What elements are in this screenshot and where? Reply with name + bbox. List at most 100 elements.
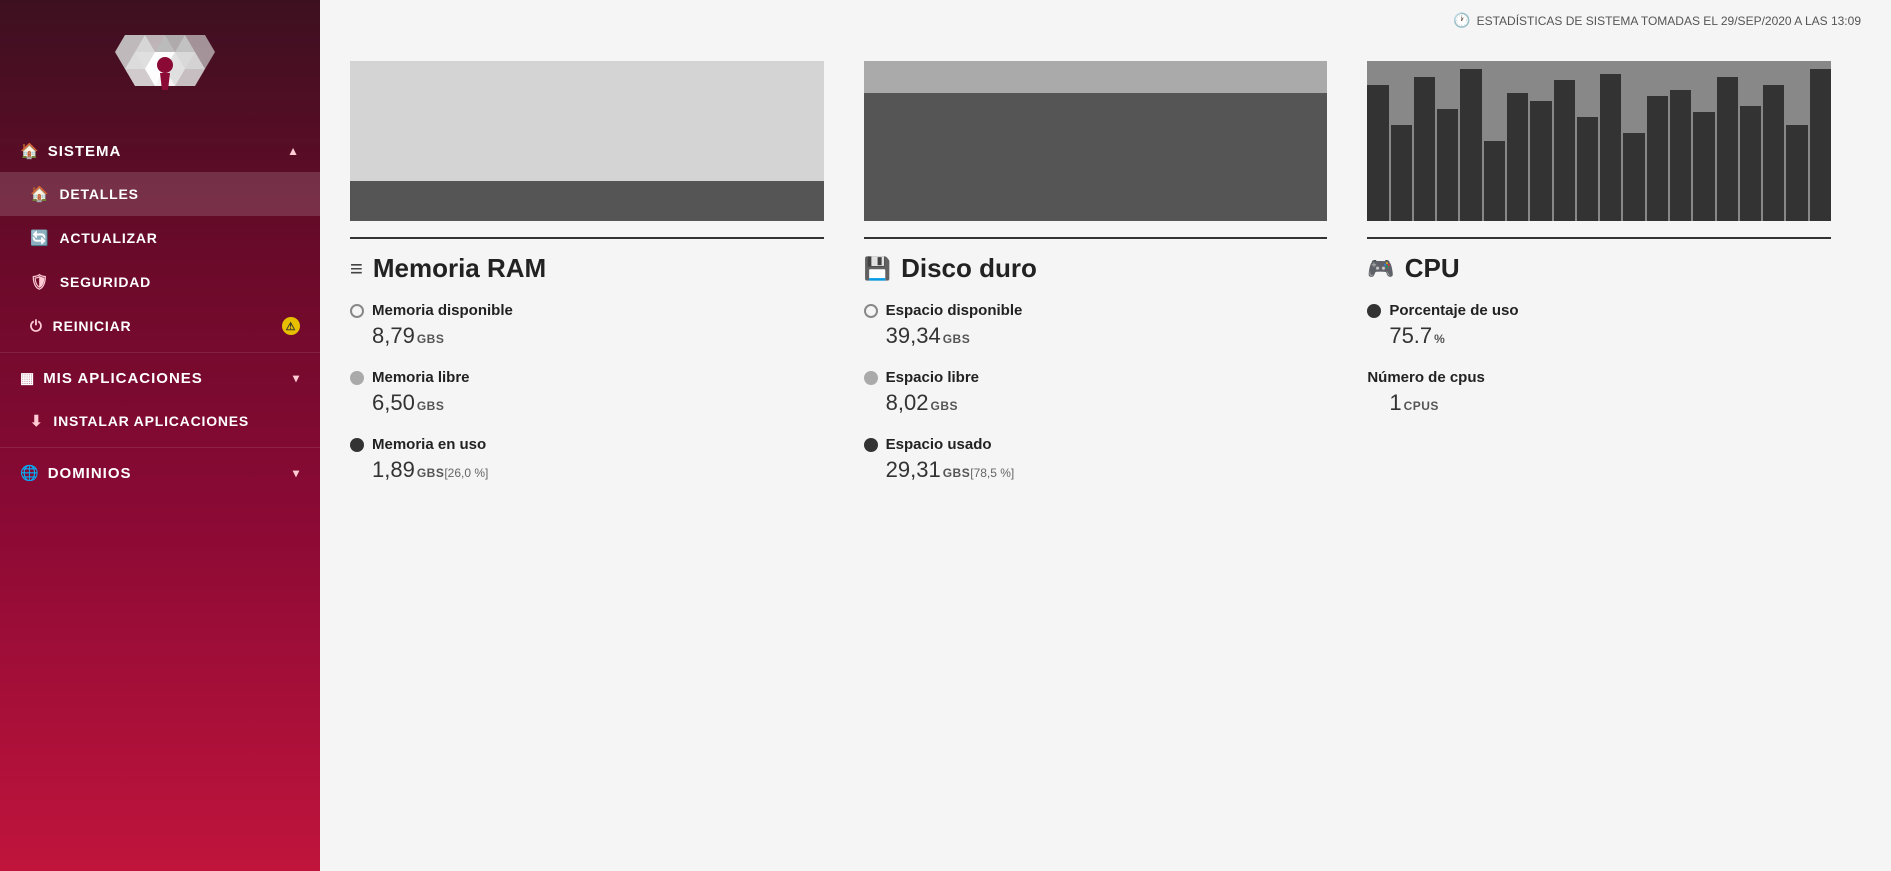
ram-free-label: Memoria libre (372, 369, 470, 386)
power-icon: ⏻ (30, 318, 43, 335)
cpu-usage-label: Porcentaje de uso (1389, 302, 1518, 319)
cpu-icon: 🎮 (1367, 256, 1394, 282)
logo-area (0, 0, 320, 130)
cpu-bar (1717, 77, 1738, 221)
refresh-icon: 🔄 (30, 229, 49, 247)
detalles-label: DETALLES (59, 186, 138, 202)
ram-card: ≡ Memoria RAM Memoria disponible 8,79GBS… (350, 61, 854, 523)
cpu-bar (1600, 74, 1621, 221)
disk-card: 💾 Disco duro Espacio disponible 39,34GBS… (854, 61, 1358, 523)
globe-icon: 🌐 (20, 464, 40, 482)
cpu-bar (1554, 80, 1575, 221)
ram-available-label: Memoria disponible (372, 302, 513, 319)
disk-metric-available: Espacio disponible 39,34GBS (864, 302, 1328, 349)
dot-disk-free (864, 371, 878, 385)
grid-icon: ▦ (20, 369, 35, 387)
dominios-label: DOMINIOS (48, 465, 132, 482)
cpu-bar (1507, 93, 1528, 221)
cpu-bar (1623, 133, 1644, 221)
cpu-bar (1693, 112, 1714, 221)
chevron-down-icon-2: ▾ (293, 466, 300, 480)
ram-available-value: 8,79GBS (350, 323, 824, 349)
nav-divider-2 (0, 447, 320, 448)
cpu-metric-count: Número de cpus 1CPUS (1367, 369, 1831, 416)
sidebar-item-dominios[interactable]: 🌐 DOMINIOS ▾ (0, 452, 320, 494)
cpu-count-value: 1CPUS (1367, 390, 1831, 416)
chevron-down-icon: ▾ (293, 371, 300, 385)
ram-title-row: ≡ Memoria RAM (350, 237, 824, 284)
dot-ram-free (350, 371, 364, 385)
shield-icon: 🛡 (30, 273, 50, 291)
chevron-up-icon: ▲ (287, 144, 300, 158)
ram-chart (350, 61, 824, 221)
cpu-bar (1740, 106, 1761, 221)
cpu-bar (1391, 125, 1412, 221)
sidebar-item-instalar-aplicaciones[interactable]: ⬇ INSTALAR APLICACIONES (0, 399, 320, 443)
sidebar-item-seguridad[interactable]: 🛡 SEGURIDAD (0, 260, 320, 304)
disk-chart (864, 61, 1328, 221)
cpu-title: CPU (1405, 253, 1460, 284)
nav-divider-1 (0, 352, 320, 353)
dot-ram-available (350, 304, 364, 318)
ram-used-value: 1,89GBS[26,0 %] (350, 457, 824, 483)
ram-used-label: Memoria en uso (372, 436, 486, 453)
dot-cpu-usage (1367, 304, 1381, 318)
sidebar: 🏠 SISTEMA ▲ 🏠 DETALLES 🔄 ACTUALIZAR 🛡 SE… (0, 0, 320, 871)
cpu-bar (1484, 141, 1505, 221)
disk-available-value: 39,34GBS (864, 323, 1328, 349)
logo-icon (90, 30, 230, 110)
ram-bar-available (350, 61, 824, 181)
warning-badge: ⚠ (282, 317, 300, 335)
sidebar-item-reiniciar[interactable]: ⏻ REINICIAR ⚠ (0, 304, 320, 348)
cpu-bar (1647, 96, 1668, 221)
clock-icon: 🕐 (1453, 12, 1470, 29)
cpu-bar (1367, 85, 1388, 221)
cpu-bar (1577, 117, 1598, 221)
home-small-icon: 🏠 (30, 185, 49, 203)
disk-metric-free: Espacio libre 8,02GBS (864, 369, 1328, 416)
cpu-bar (1437, 109, 1458, 221)
sidebar-item-actualizar[interactable]: 🔄 ACTUALIZAR (0, 216, 320, 260)
cpu-bar (1763, 85, 1784, 221)
disk-title: Disco duro (901, 253, 1037, 284)
timestamp-label: ESTADÍSTICAS DE SISTEMA TOMADAS EL 29/SE… (1477, 14, 1861, 28)
cpu-usage-value: 75.7% (1367, 323, 1831, 349)
sidebar-item-sistema[interactable]: 🏠 SISTEMA ▲ (0, 130, 320, 172)
disk-free-value: 8,02GBS (864, 390, 1328, 416)
sidebar-item-detalles[interactable]: 🏠 DETALLES (0, 172, 320, 216)
cpu-bar (1810, 69, 1831, 221)
disk-title-row: 💾 Disco duro (864, 237, 1328, 284)
download-icon: ⬇ (30, 412, 43, 430)
dot-disk-available (864, 304, 878, 318)
ram-metric-used: Memoria en uso 1,89GBS[26,0 %] (350, 436, 824, 483)
cpu-bar (1530, 101, 1551, 221)
cpu-chart-area (1367, 61, 1831, 221)
disk-icon: 💾 (864, 256, 891, 282)
cpu-bar (1460, 69, 1481, 221)
sidebar-item-mis-aplicaciones[interactable]: ▦ MIS APLICACIONES ▾ (0, 357, 320, 399)
cpu-bar (1786, 125, 1807, 221)
disk-bar-free (864, 61, 1328, 93)
top-bar: 🕐 ESTADÍSTICAS DE SISTEMA TOMADAS EL 29/… (320, 0, 1891, 41)
seguridad-label: SEGURIDAD (60, 274, 151, 290)
cpu-bar-chart (1367, 61, 1831, 221)
home-icon: 🏠 (20, 142, 40, 160)
ram-bar-used (350, 181, 824, 221)
ram-title: Memoria RAM (373, 253, 546, 284)
sistema-label: SISTEMA (48, 143, 122, 160)
ram-free-value: 6,50GBS (350, 390, 824, 416)
main-content: 🕐 ESTADÍSTICAS DE SISTEMA TOMADAS EL 29/… (320, 0, 1891, 871)
cpu-metric-usage: Porcentaje de uso 75.7% (1367, 302, 1831, 349)
ram-icon: ≡ (350, 256, 363, 282)
disk-bar-used (864, 93, 1328, 221)
dot-ram-used (350, 438, 364, 452)
dashboard: ≡ Memoria RAM Memoria disponible 8,79GBS… (320, 41, 1891, 553)
reiniciar-label: REINICIAR (53, 318, 132, 334)
dot-disk-used (864, 438, 878, 452)
mis-aplicaciones-label: MIS APLICACIONES (43, 370, 203, 387)
disk-available-label: Espacio disponible (886, 302, 1023, 319)
disk-free-label: Espacio libre (886, 369, 979, 386)
disk-used-label: Espacio usado (886, 436, 992, 453)
ram-metric-free: Memoria libre 6,50GBS (350, 369, 824, 416)
cpu-card: 🎮 CPU Porcentaje de uso 75.7% Número de … (1357, 61, 1861, 523)
